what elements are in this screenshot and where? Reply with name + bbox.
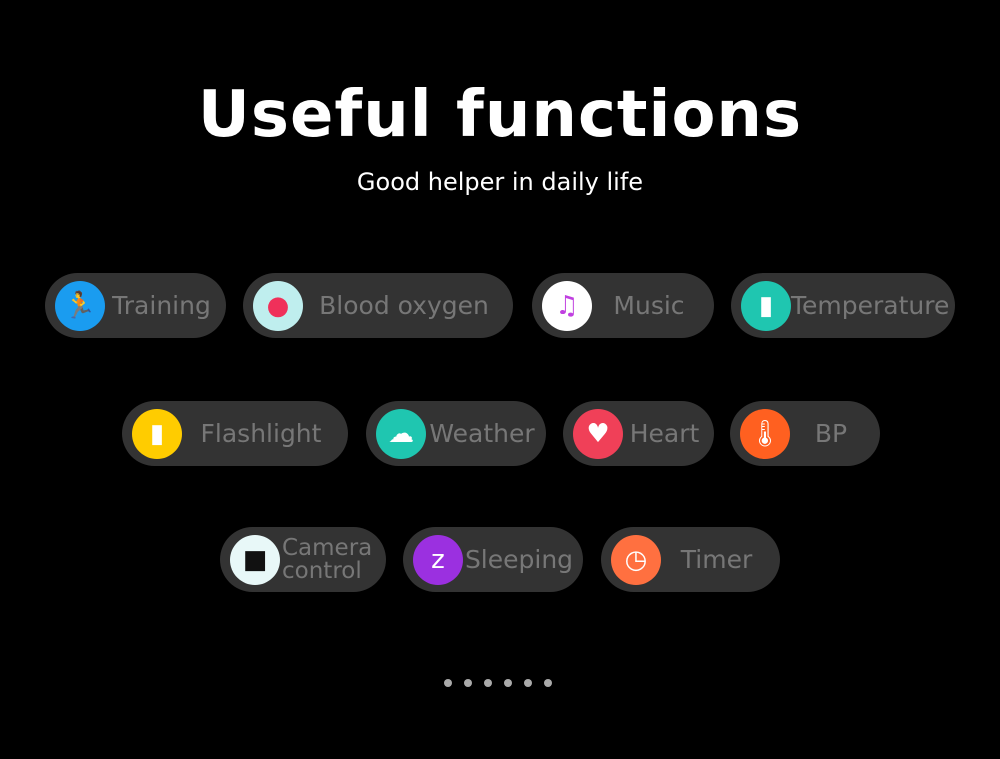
function-pill-camera-control[interactable]: ■ Camera control	[220, 527, 386, 592]
function-label: Temperature	[791, 291, 950, 320]
function-label: BP	[814, 419, 848, 448]
page-dot[interactable]	[524, 679, 532, 687]
page-title: Useful functions	[197, 78, 803, 152]
thermometer-icon: 🌡	[740, 408, 790, 459]
function-pill-music[interactable]: ♫ Music	[532, 273, 714, 338]
function-pill-flashlight[interactable]: ▮ Flashlight	[122, 401, 348, 466]
function-pill-sleeping[interactable]: z Sleeping	[403, 527, 583, 592]
function-pill-weather[interactable]: ☁ Weather	[366, 401, 546, 466]
page-subtitle: Good helper in daily life	[356, 168, 644, 196]
cloud-sun-icon: ☁	[376, 408, 426, 459]
thermometer-gun-icon: ▮	[741, 280, 791, 331]
function-pill-blood-oxygen[interactable]: ● Blood oxygen	[243, 273, 513, 338]
function-label: Camera control	[282, 534, 373, 584]
function-pill-bp[interactable]: 🌡 BP	[730, 401, 880, 466]
function-pill-timer[interactable]: ◷ Timer	[601, 527, 780, 592]
function-label: Heart	[629, 419, 700, 448]
function-pill-training[interactable]: 🏃 Training	[45, 273, 226, 338]
page-dot[interactable]	[484, 679, 492, 687]
function-label: Blood oxygen	[319, 291, 489, 320]
page-dot[interactable]	[504, 679, 512, 687]
running-icon: 🏃	[55, 280, 105, 331]
blood-drop-icon: ●	[253, 280, 303, 331]
pagination-dots	[444, 679, 552, 687]
flashlight-icon: ▮	[132, 408, 182, 459]
page-dot[interactable]	[544, 679, 552, 687]
screen: Useful functions Good helper in daily li…	[0, 0, 1000, 759]
function-label: Sleeping	[464, 545, 574, 574]
camera-icon: ■	[230, 534, 280, 585]
function-label: Training	[112, 291, 211, 320]
function-label: Flashlight	[200, 419, 322, 448]
heart-rate-icon: ♥	[573, 408, 623, 459]
music-note-icon: ♫	[542, 280, 592, 331]
page-dot[interactable]	[464, 679, 472, 687]
function-label: Music	[613, 291, 685, 320]
function-pill-heart[interactable]: ♥ Heart	[563, 401, 714, 466]
stopwatch-icon: ◷	[611, 534, 661, 585]
function-label: Weather	[429, 419, 535, 448]
function-pill-temperature[interactable]: ▮ Temperature	[731, 273, 955, 338]
function-label: Timer	[680, 545, 753, 574]
page-dot[interactable]	[444, 679, 452, 687]
sleep-icon: z	[413, 534, 463, 585]
